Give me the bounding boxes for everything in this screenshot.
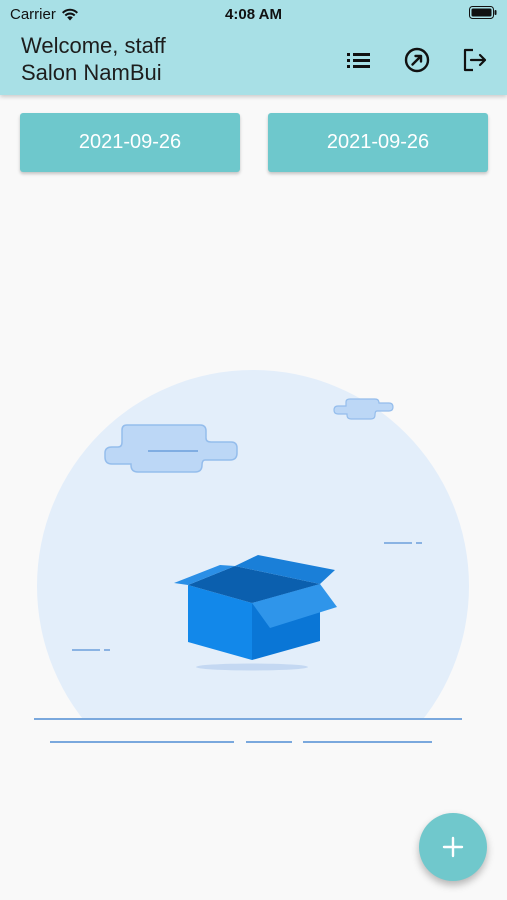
salon-name: Salon NamBui xyxy=(21,60,162,85)
status-time: 4:08 AM xyxy=(225,6,282,23)
list-button[interactable] xyxy=(341,44,377,76)
navigation-button[interactable] xyxy=(399,44,435,76)
empty-box-illustration xyxy=(34,370,469,743)
end-date-button[interactable]: 2021-09-26 xyxy=(268,113,488,172)
status-bar: Carrier 4:08 AM xyxy=(0,0,507,28)
date-range-filter: 2021-09-26 2021-09-26 xyxy=(20,113,488,172)
start-date-button[interactable]: 2021-09-26 xyxy=(20,113,240,172)
battery-icon xyxy=(469,6,497,19)
header-actions xyxy=(341,44,493,76)
add-button[interactable] xyxy=(419,813,487,881)
logout-button[interactable] xyxy=(457,44,493,76)
navigation-compass-icon xyxy=(404,47,430,73)
logout-icon xyxy=(463,48,487,72)
welcome-title: Welcome, staff Salon NamBui xyxy=(21,32,166,86)
list-icon xyxy=(347,53,370,68)
welcome-line: Welcome, staff xyxy=(21,33,166,58)
plus-icon xyxy=(442,836,464,858)
app-bar: Carrier 4:08 AM Welcome, staff Salon Nam… xyxy=(0,0,507,95)
